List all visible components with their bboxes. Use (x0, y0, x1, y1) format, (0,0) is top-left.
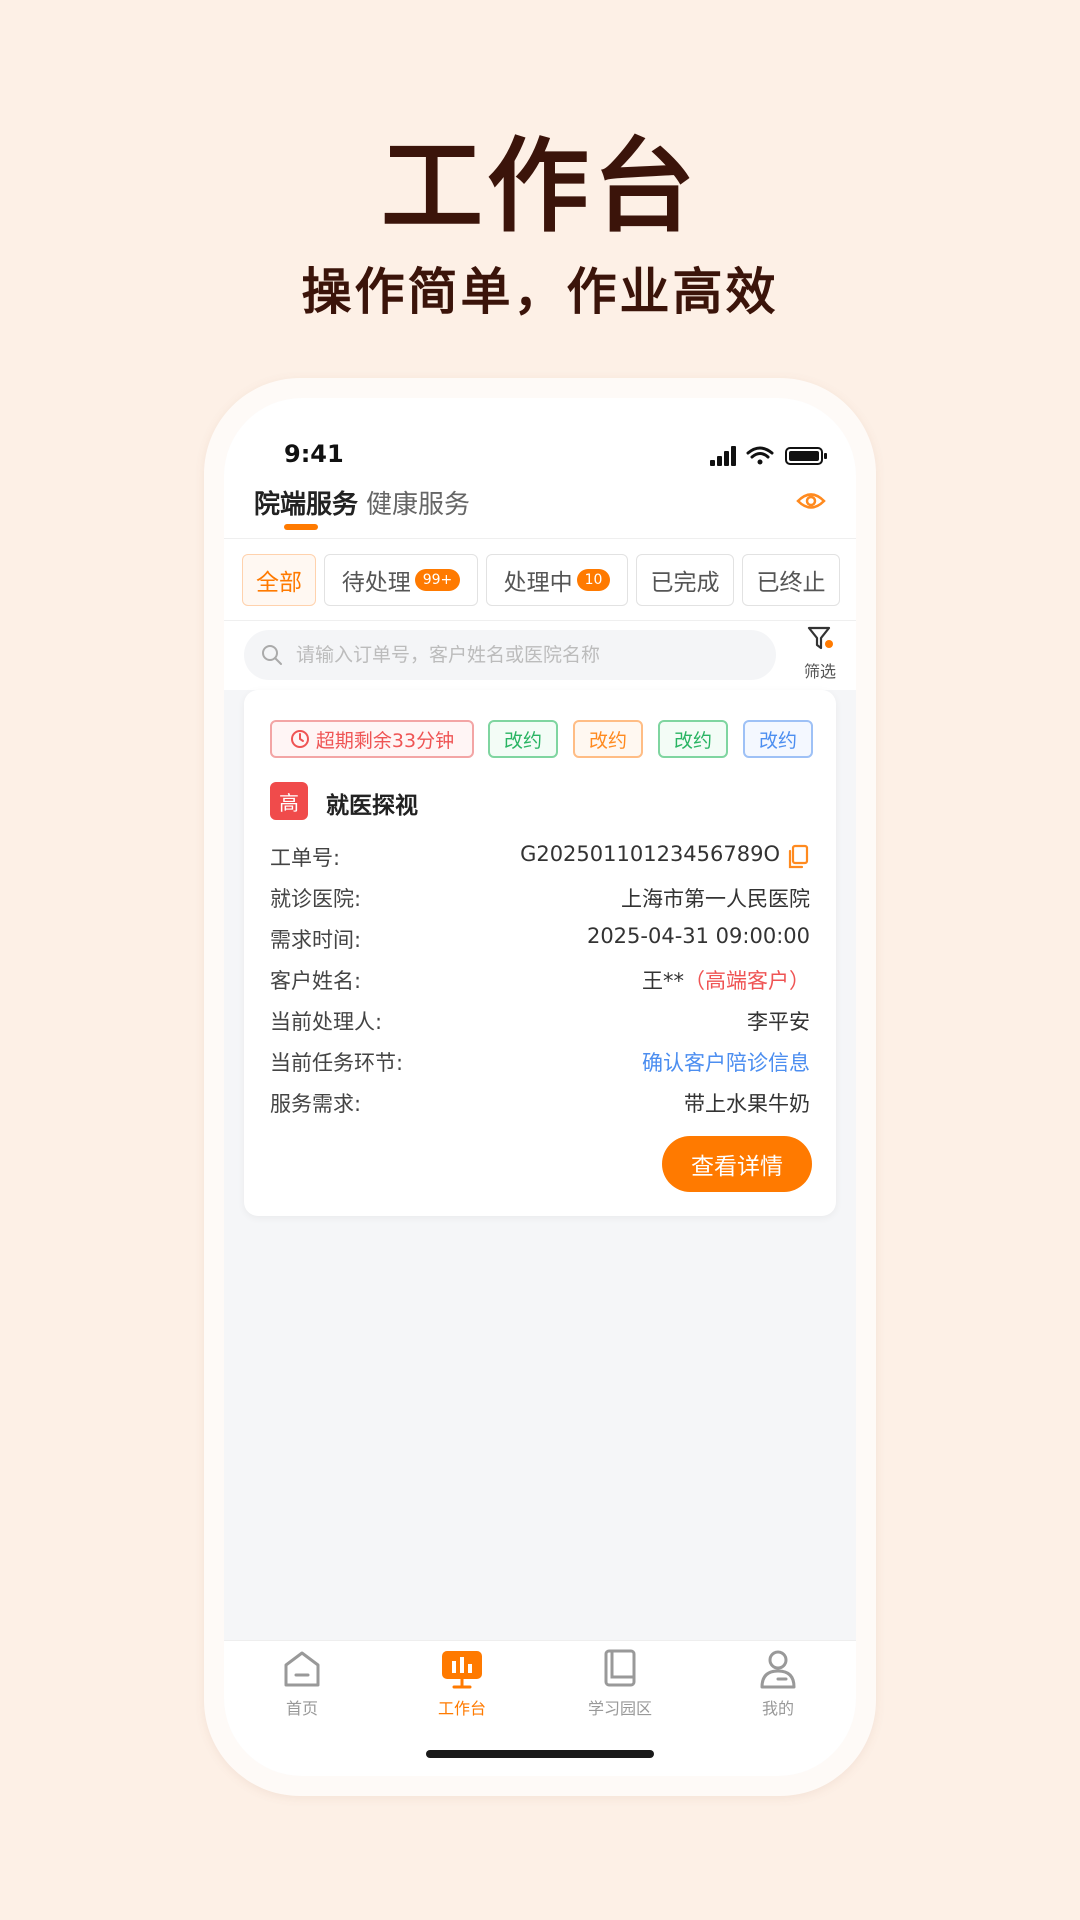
count-badge: 99+ (414, 569, 461, 591)
field-label: 当前任务环节: (270, 1051, 404, 1075)
book-icon (604, 1649, 636, 1687)
home-icon (284, 1651, 320, 1687)
signal-icon (710, 446, 736, 466)
vip-label: （高端客户） (684, 969, 810, 993)
filter-pending[interactable]: 待处理 99+ (324, 554, 478, 606)
filter-completed[interactable]: 已完成 (636, 554, 734, 606)
reschedule-tag: 改约 (573, 720, 643, 758)
nav-learning[interactable]: 学习园区 (560, 1647, 680, 1727)
order-card[interactable]: 超期剩余33分钟 改约 改约 改约 改约 高 就医探视 工单号: G202501… (244, 690, 836, 1216)
divider (224, 620, 856, 621)
search-box[interactable] (244, 630, 776, 680)
nav-label: 工作台 (437, 1699, 486, 1718)
field-current-task: 当前任务环节: 确认客户陪诊信息 (270, 1047, 810, 1079)
tab-hospital-service[interactable]: 院端服务 (254, 484, 358, 521)
field-label: 工单号: (270, 846, 341, 870)
field-label: 服务需求: (270, 1092, 362, 1116)
tab-health-service[interactable]: 健康服务 (366, 484, 470, 521)
field-value: G20250110123456789O (520, 842, 780, 866)
field-request-time: 需求时间: 2025-04-31 09:00:00 (270, 924, 810, 956)
customer-name: 王** (642, 969, 684, 993)
filter-label: 全部 (256, 570, 302, 596)
field-label: 客户姓名: (270, 969, 362, 993)
nav-label: 我的 (761, 1699, 794, 1718)
view-details-button[interactable]: 查看详情 (662, 1136, 812, 1192)
field-label: 需求时间: (270, 928, 362, 952)
user-icon (760, 1650, 796, 1689)
filter-label: 筛选 (803, 662, 836, 681)
filter-label: 处理中 (503, 570, 573, 596)
search-input[interactable] (294, 643, 738, 667)
order-title: 就医探视 (326, 793, 418, 819)
overdue-text: 超期剩余33分钟 (315, 729, 455, 752)
battery-icon (785, 447, 827, 465)
filter-terminated[interactable]: 已终止 (742, 554, 840, 606)
field-current-handler: 当前处理人: 李平安 (270, 1006, 810, 1038)
reschedule-tag: 改约 (743, 720, 813, 758)
overdue-tag: 超期剩余33分钟 (270, 720, 474, 758)
task-link[interactable]: 确认客户陪诊信息 (642, 1047, 810, 1077)
phone-frame: 9:41 院端服务 健康服务 全部 待处理 99+ 处理中 10 已完成 已终止… (204, 378, 876, 1796)
status-time: 9:41 (284, 440, 344, 468)
app-screen: 9:41 院端服务 健康服务 全部 待处理 99+ 处理中 10 已完成 已终止… (224, 398, 856, 1776)
nav-profile[interactable]: 我的 (718, 1647, 838, 1727)
filter-icon (807, 626, 833, 650)
filter-label: 已完成 (650, 570, 720, 596)
filter-label: 待处理 (341, 570, 411, 596)
field-order-number: 工单号: G20250110123456789O (270, 842, 810, 874)
filter-button[interactable]: 筛选 (796, 624, 844, 684)
filter-label: 已终止 (756, 570, 826, 596)
promo-subtitle: 操作简单，作业高效 (301, 263, 779, 321)
field-value: 2025-04-31 09:00:00 (586, 924, 810, 948)
field-hospital: 就诊医院: 上海市第一人民医院 (270, 883, 810, 915)
search-icon (262, 645, 282, 665)
clock-icon (290, 730, 309, 748)
field-value: 王**（高端客户） (642, 965, 810, 995)
field-label: 当前处理人: (270, 1010, 383, 1034)
priority-badge: 高 (270, 782, 308, 820)
divider (224, 538, 856, 539)
nav-label: 学习园区 (587, 1699, 652, 1718)
field-value: 李平安 (747, 1010, 810, 1034)
reschedule-tag: 改约 (658, 720, 728, 758)
tab-active-indicator (284, 524, 318, 530)
copy-icon[interactable] (786, 844, 810, 870)
status-icons (710, 446, 827, 466)
field-customer-name: 客户姓名: 王**（高端客户） (270, 965, 810, 997)
eye-icon[interactable] (796, 490, 826, 512)
nav-label: 首页 (285, 1699, 318, 1718)
workbench-icon (442, 1651, 482, 1689)
count-badge: 10 (576, 569, 611, 591)
promo-title: 工作台 (381, 128, 699, 247)
nav-home[interactable]: 首页 (242, 1647, 362, 1727)
wifi-icon (746, 446, 774, 465)
filter-all[interactable]: 全部 (242, 554, 316, 606)
field-service-need: 服务需求: 带上水果牛奶 (270, 1088, 810, 1120)
home-indicator (426, 1750, 654, 1758)
field-value: 带上水果牛奶 (684, 1092, 810, 1116)
filter-processing[interactable]: 处理中 10 (486, 554, 628, 606)
field-value: 上海市第一人民医院 (621, 887, 810, 911)
nav-workbench[interactable]: 工作台 (402, 1647, 522, 1727)
field-label: 就诊医院: (270, 887, 362, 911)
reschedule-tag: 改约 (488, 720, 558, 758)
